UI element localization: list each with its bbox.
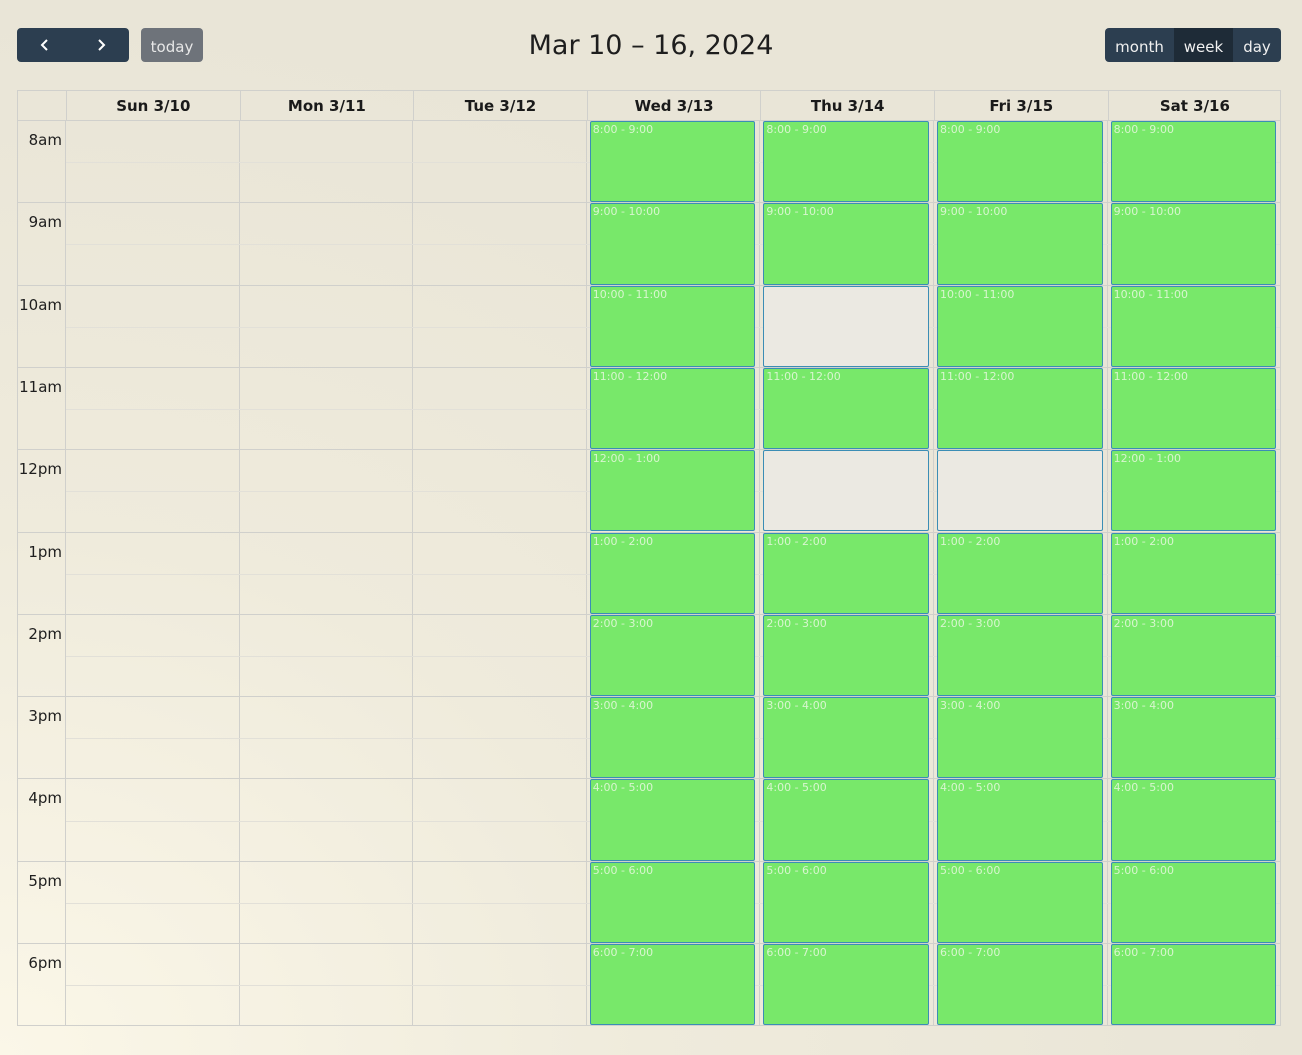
time-slot-event[interactable]: 4:00 - 5:00 [589, 779, 756, 861]
time-slot-event[interactable]: 5:00 - 6:00 [1110, 861, 1277, 943]
time-slot-event[interactable]: 12:00 - 1:00 [589, 450, 756, 532]
time-label: 6pm [28, 954, 62, 972]
time-slot-event[interactable]: 6:00 - 7:00 [1110, 944, 1277, 1026]
day-header-row: Sun 3/10 Mon 3/11 Tue 3/12 Wed 3/13 Thu 3/14… [18, 91, 1280, 121]
time-slot-event[interactable]: 5:00 - 6:00 [589, 861, 756, 943]
time-slot-event[interactable]: 3:00 - 4:00 [1110, 697, 1277, 779]
time-slot-event[interactable]: 1:00 - 2:00 [937, 532, 1103, 614]
time-slot-event[interactable]: 10:00 - 11:00 [589, 285, 756, 367]
time-slot-event[interactable]: 3:00 - 4:00 [937, 697, 1103, 779]
time-slot-event[interactable]: 10:00 - 11:00 [937, 285, 1103, 367]
time-slot-event[interactable]: 9:00 - 10:00 [589, 203, 756, 285]
time-slot-event[interactable]: 11:00 - 12:00 [937, 367, 1103, 450]
time-slot-event[interactable]: 3:00 - 4:00 [589, 697, 756, 779]
time-slot-event[interactable]: 8:00 - 9:00 [763, 121, 929, 203]
time-slot-event[interactable]: 9:00 - 10:00 [1110, 203, 1277, 285]
time-slot-event[interactable]: 4:00 - 5:00 [1110, 779, 1277, 861]
time-label: 11am [19, 377, 62, 396]
time-slot-event[interactable]: 6:00 - 7:00 [589, 944, 756, 1026]
time-slot-event[interactable]: 11:00 - 12:00 [589, 367, 756, 450]
day-header: Fri 3/15 [934, 91, 1108, 120]
time-label: 12pm [18, 460, 62, 479]
time-slot-event[interactable]: 3:00 - 4:00 [763, 697, 929, 779]
time-slot-event[interactable]: 9:00 - 10:00 [763, 203, 929, 285]
time-slot-event[interactable]: 11:00 - 12:00 [1110, 367, 1277, 450]
time-label: 5pm [28, 871, 62, 890]
empty-time-slot[interactable] [763, 450, 929, 532]
time-slot-event[interactable]: 12:00 - 1:00 [1110, 450, 1277, 532]
time-slot-event[interactable]: 11:00 - 12:00 [763, 367, 929, 450]
time-label: 8am [28, 131, 62, 149]
day-header: Tue 3/12 [413, 91, 587, 120]
week-view-button[interactable]: week [1174, 28, 1233, 62]
time-slot-event[interactable]: 4:00 - 5:00 [763, 779, 929, 861]
time-slot-event[interactable]: 9:00 - 10:00 [937, 203, 1103, 285]
time-slot-event[interactable]: 5:00 - 6:00 [763, 861, 929, 943]
day-header: Wed 3/13 [586, 91, 761, 120]
time-slot-event[interactable]: 8:00 - 9:00 [1110, 121, 1277, 203]
time-slot-event[interactable]: 2:00 - 3:00 [1110, 614, 1277, 697]
month-view-button[interactable]: month [1105, 28, 1174, 62]
time-slot-event[interactable]: 1:00 - 2:00 [763, 532, 929, 614]
day-view-button[interactable]: day [1233, 28, 1281, 62]
time-slot-event[interactable]: 6:00 - 7:00 [763, 944, 929, 1026]
time-slot-event[interactable]: 1:00 - 2:00 [589, 532, 756, 614]
time-slot-event[interactable]: 6:00 - 7:00 [937, 944, 1103, 1026]
time-slot-event[interactable]: 2:00 - 3:00 [763, 614, 929, 697]
day-header: Thu 3/14 [760, 91, 934, 120]
empty-time-slot[interactable] [763, 285, 929, 367]
time-label: 2pm [28, 624, 62, 643]
time-slot-event[interactable]: 1:00 - 2:00 [1110, 532, 1277, 614]
day-header: Mon 3/11 [239, 91, 414, 120]
empty-time-slot[interactable] [937, 450, 1103, 532]
time-label: 10am [19, 295, 62, 314]
time-slot-event[interactable]: 2:00 - 3:00 [589, 614, 756, 697]
time-slot-event[interactable]: 5:00 - 6:00 [937, 861, 1103, 943]
time-slot-event[interactable]: 8:00 - 9:00 [937, 121, 1103, 203]
day-header: Sun 3/10 [66, 91, 240, 120]
time-label: 1pm [28, 542, 62, 561]
time-label: 9am [28, 213, 62, 232]
day-header: Sat 3/16 [1107, 91, 1282, 120]
time-label: 3pm [28, 707, 62, 726]
time-slot-event[interactable]: 4:00 - 5:00 [937, 779, 1103, 861]
time-slot-event[interactable]: 8:00 - 9:00 [589, 121, 756, 203]
time-slot-event[interactable]: 2:00 - 3:00 [937, 614, 1103, 697]
time-label: 4pm [28, 789, 62, 808]
time-slot-event[interactable]: 10:00 - 11:00 [1110, 285, 1277, 367]
view-switcher: month week day [1105, 28, 1281, 62]
week-grid: Sun 3/10 Mon 3/11 Tue 3/12 Wed 3/13 Thu 3/14… [17, 90, 1281, 1026]
